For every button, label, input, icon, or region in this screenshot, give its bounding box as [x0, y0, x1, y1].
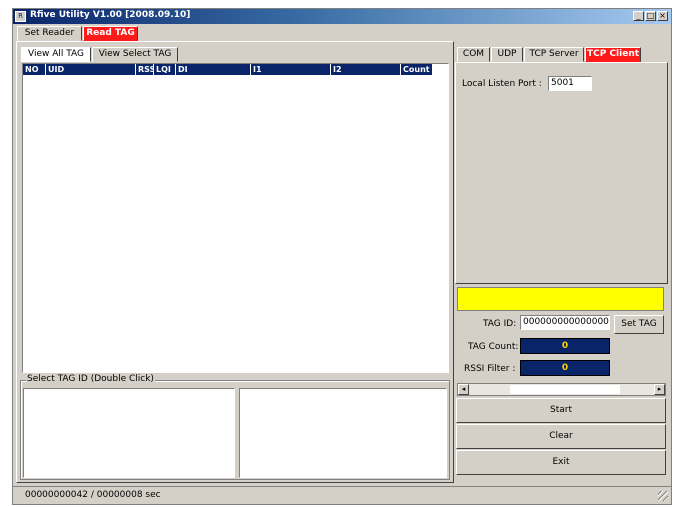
scroll-track[interactable] [510, 385, 620, 394]
column-rssi[interactable]: RSSI [135, 64, 153, 75]
app-window: R Rfive Utility V1.00 [2008.09.10] _ □ ×… [12, 8, 672, 505]
listen-port-label: Local Listen Port : [462, 79, 542, 89]
tab-tcp-server[interactable]: TCP Server [524, 47, 584, 62]
rssi-filter-label: RSSI Filter : [464, 364, 516, 374]
tag-list-header: NO UID RSSI LQI DI I1 I2 Count [23, 64, 432, 75]
status-text: 00000000042 / 00000008 sec [25, 490, 161, 500]
close-button[interactable]: × [657, 11, 668, 21]
clear-button[interactable]: Clear [456, 424, 666, 449]
column-no[interactable]: NO [23, 64, 45, 75]
scroll-left-arrow-icon[interactable]: ◂ [458, 384, 469, 395]
resize-grip-icon[interactable] [658, 491, 668, 501]
window-title: Rfive Utility V1.00 [2008.09.10] [30, 10, 191, 20]
start-button[interactable]: Start [456, 398, 666, 423]
tab-view-all-tag[interactable]: View All TAG [21, 47, 91, 62]
tag-count-label: TAG Count: [468, 342, 519, 352]
selected-tag-list-left[interactable] [23, 388, 235, 478]
tab-view-select-tag[interactable]: View Select TAG [92, 47, 178, 62]
app-icon: R [15, 11, 26, 22]
column-lqi[interactable]: LQI [153, 64, 175, 75]
tag-id-input[interactable]: 0000000000000000 [520, 315, 610, 330]
rssi-filter-value: 0 [520, 360, 610, 376]
column-i2[interactable]: I2 [330, 64, 400, 75]
column-count[interactable]: Count [400, 64, 432, 75]
selected-tag-list-right[interactable] [239, 388, 447, 478]
column-i1[interactable]: I1 [250, 64, 330, 75]
tab-set-reader[interactable]: Set Reader [17, 26, 82, 41]
listen-port-input[interactable]: 5001 [548, 76, 592, 91]
select-tag-group-title: Select TAG ID (Double Click) [26, 374, 155, 384]
tcp-client-panel: Local Listen Port : 5001 [455, 62, 668, 284]
column-di[interactable]: DI [175, 64, 250, 75]
exit-button[interactable]: Exit [456, 450, 666, 475]
tag-count-value: 0 [520, 338, 610, 354]
set-tag-button[interactable]: Set TAG [614, 315, 664, 334]
rssi-scrollbar[interactable]: ◂ ▸ [457, 383, 666, 396]
tab-com[interactable]: COM [457, 47, 490, 62]
tab-tcp-client[interactable]: TCP Client [585, 47, 641, 62]
tab-read-tag[interactable]: Read TAG [83, 26, 138, 41]
column-uid[interactable]: UID [45, 64, 135, 75]
minimize-button[interactable]: _ [633, 11, 644, 21]
tag-id-label: TAG ID: [483, 319, 517, 329]
select-tag-group: Select TAG ID (Double Click) [20, 374, 450, 480]
status-bar: 00000000042 / 00000008 sec [13, 486, 671, 504]
tag-list[interactable]: NO UID RSSI LQI DI I1 I2 Count [22, 63, 449, 373]
left-panel: View All TAG View Select TAG NO UID RSSI… [16, 41, 454, 483]
status-indicator [457, 287, 664, 311]
tab-udp[interactable]: UDP [491, 47, 523, 62]
maximize-button[interactable]: □ [645, 11, 656, 21]
title-bar[interactable]: R Rfive Utility V1.00 [2008.09.10] _ □ × [13, 9, 671, 24]
scroll-right-arrow-icon[interactable]: ▸ [654, 384, 665, 395]
